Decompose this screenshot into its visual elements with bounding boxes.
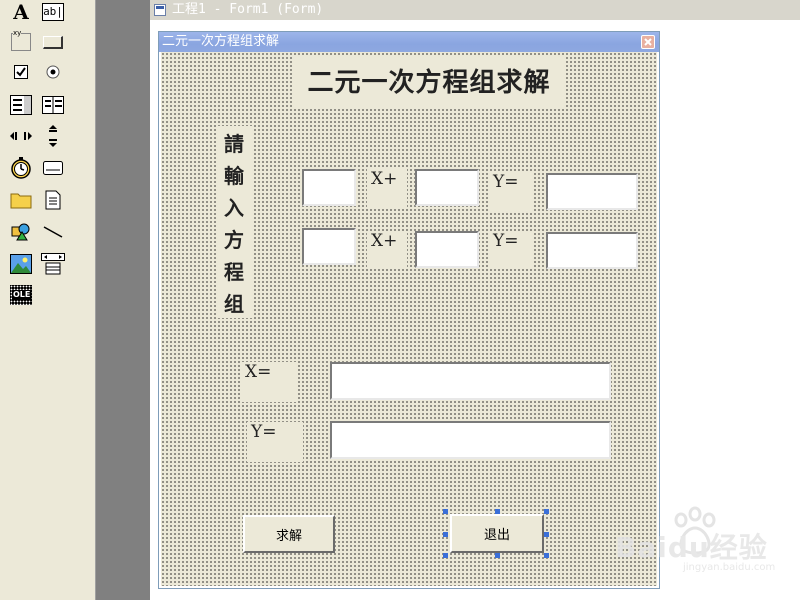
- file-icon: [45, 190, 61, 210]
- prompt-label: 請 輸 入 方 程 组: [216, 126, 252, 318]
- drive-list-tool[interactable]: [41, 156, 65, 180]
- listbox-tool[interactable]: [41, 93, 65, 117]
- vscrollbar-icon: [49, 125, 57, 147]
- ole-tool[interactable]: OLE: [9, 283, 33, 307]
- hscrollbar-icon: [10, 132, 32, 140]
- ole-icon-text: OLE: [12, 290, 32, 300]
- selection-handle[interactable]: [443, 553, 448, 558]
- data-icon: [41, 253, 65, 275]
- y-eq-label-2: Y=: [489, 231, 534, 269]
- x-plus-label-2: X+: [367, 231, 407, 269]
- x-plus-label-1: X+: [367, 169, 407, 209]
- result-y-label: Y=: [247, 422, 303, 462]
- prompt-char: 請: [224, 132, 244, 156]
- hscrollbar-tool[interactable]: [9, 124, 33, 148]
- textbox-tool[interactable]: ab|: [41, 0, 65, 24]
- combobox-icon: [10, 95, 32, 115]
- prompt-char: 輸: [224, 164, 244, 188]
- toolbox: A ab| xy OLE: [0, 0, 96, 600]
- close-icon: [644, 38, 652, 46]
- result-x-label: X=: [241, 362, 297, 402]
- form-caption-bar[interactable]: 二元一次方程组求解: [159, 32, 659, 52]
- const-c1-input[interactable]: [546, 173, 638, 210]
- selection-handle[interactable]: [544, 532, 549, 537]
- frame-tool[interactable]: xy: [9, 29, 33, 54]
- image-icon: [10, 254, 32, 274]
- prompt-char: 组: [224, 292, 244, 316]
- form-client-area[interactable]: 二元一次方程组求解 請 輸 入 方 程 组 X+ Y= X+ Y= X= Y= …: [159, 52, 659, 588]
- watermark-url: jingyan.baidu.com: [683, 562, 776, 573]
- result-x-output[interactable]: [330, 362, 611, 400]
- baidu-jingyan-watermark: Baidu经验 jingyan.baidu.com: [613, 506, 793, 581]
- shape-icon: [11, 223, 30, 241]
- combobox-tool[interactable]: [9, 93, 33, 117]
- checkbox-tool[interactable]: [9, 60, 33, 84]
- checkbox-icon: [14, 65, 28, 79]
- command-button-tool[interactable]: [41, 30, 65, 54]
- image-tool[interactable]: [9, 252, 33, 276]
- selection-handle[interactable]: [544, 509, 549, 514]
- vscrollbar-tool[interactable]: [41, 124, 65, 148]
- coef-b2-input[interactable]: [415, 231, 479, 268]
- prompt-char: 入: [224, 196, 244, 220]
- selection-handle[interactable]: [544, 553, 549, 558]
- selection-handle[interactable]: [443, 532, 448, 537]
- designer-window-title: 工程1 - Form1 (Form): [172, 2, 324, 17]
- coef-a1-input[interactable]: [302, 169, 356, 206]
- coef-a2-input[interactable]: [302, 228, 356, 265]
- selection-handle[interactable]: [443, 509, 448, 514]
- command-button-icon: [43, 35, 63, 49]
- textbox-icon: ab|: [42, 3, 64, 21]
- timer-tool[interactable]: [9, 156, 33, 180]
- option-button-icon: [46, 65, 60, 79]
- data-tool[interactable]: [41, 252, 65, 276]
- timer-icon: [11, 157, 31, 179]
- shape-tool[interactable]: [9, 220, 33, 244]
- frame-icon: xy: [11, 29, 31, 51]
- close-button[interactable]: [641, 35, 655, 49]
- coef-b1-input[interactable]: [415, 169, 479, 206]
- solve-button[interactable]: 求解: [243, 515, 335, 553]
- label-icon: A: [13, 0, 29, 24]
- folder-icon: [10, 193, 32, 209]
- form-caption-text: 二元一次方程组求解: [162, 34, 280, 49]
- line-tool[interactable]: [41, 220, 65, 244]
- designer-window-titlebar[interactable]: 工程1 - Form1 (Form): [150, 0, 800, 20]
- form1[interactable]: 二元一次方程组求解 二元一次方程组求解 請 輸 入 方 程 组 X+ Y= X+…: [158, 31, 660, 589]
- y-eq-label-1: Y=: [489, 172, 534, 212]
- selection-handle[interactable]: [495, 509, 500, 514]
- watermark-text: Baidu经验: [615, 531, 768, 564]
- option-button-tool[interactable]: [41, 60, 65, 84]
- form-window-icon: [154, 4, 166, 16]
- frame-icon-caption: xy: [13, 29, 22, 37]
- prompt-char: 方: [224, 228, 244, 252]
- label-tool[interactable]: A: [9, 0, 33, 24]
- result-y-output[interactable]: [330, 421, 611, 459]
- prompt-char: 程: [224, 260, 244, 284]
- line-icon: [43, 226, 63, 238]
- ole-icon: OLE: [10, 285, 32, 305]
- title-label: 二元一次方程组求解: [292, 57, 566, 109]
- drive-icon: [43, 161, 63, 175]
- file-list-tool[interactable]: [41, 188, 65, 212]
- listbox-icon: [42, 96, 64, 114]
- const-c2-input[interactable]: [546, 232, 638, 269]
- exit-button[interactable]: 退出: [450, 514, 544, 553]
- dir-list-tool[interactable]: [9, 188, 33, 212]
- selection-handle[interactable]: [495, 553, 500, 558]
